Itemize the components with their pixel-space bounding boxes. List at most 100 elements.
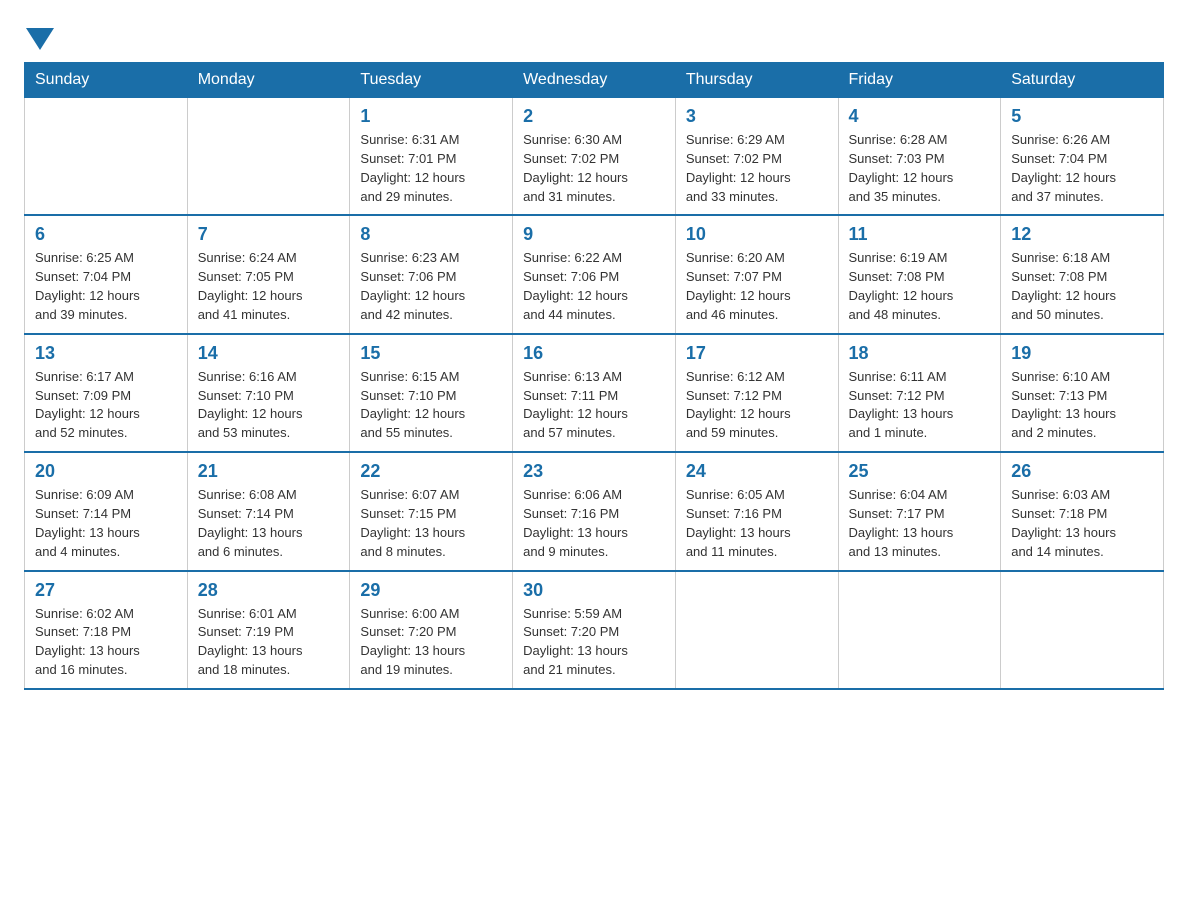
day-cell: 22 Sunrise: 6:07 AMSunset: 7:15 PMDayligh… [350, 452, 513, 570]
day-info: Sunrise: 6:13 AMSunset: 7:11 PMDaylight:… [523, 368, 665, 443]
day-number: 14 [198, 343, 340, 364]
day-info: Sunrise: 6:16 AMSunset: 7:10 PMDaylight:… [198, 368, 340, 443]
day-info: Sunrise: 6:06 AMSunset: 7:16 PMDaylight:… [523, 486, 665, 561]
day-info: Sunrise: 6:31 AMSunset: 7:01 PMDaylight:… [360, 131, 502, 206]
day-cell: 27 Sunrise: 6:02 AMSunset: 7:18 PMDayligh… [25, 571, 188, 689]
day-cell: 3Sunrise: 6:29 AMSunset: 7:02 PMDaylight… [675, 98, 838, 216]
weekday-header-tuesday: Tuesday [350, 63, 513, 98]
day-info: Sunrise: 6:11 AMSunset: 7:12 PMDaylight:… [849, 368, 991, 443]
week-row-2: 6 Sunrise: 6:25 AMSunset: 7:04 PMDaylight… [25, 215, 1164, 333]
day-cell: 16 Sunrise: 6:13 AMSunset: 7:11 PMDayligh… [513, 334, 676, 452]
day-number: 7 [198, 224, 340, 245]
day-number: 18 [849, 343, 991, 364]
day-info: Sunrise: 6:25 AMSunset: 7:04 PMDaylight:… [35, 249, 177, 324]
day-cell: 7 Sunrise: 6:24 AMSunset: 7:05 PMDaylight… [187, 215, 350, 333]
week-row-3: 13Sunrise: 6:17 AMSunset: 7:09 PMDayligh… [25, 334, 1164, 452]
day-number: 2 [523, 106, 665, 127]
weekday-header-friday: Friday [838, 63, 1001, 98]
logo-triangle-icon [26, 28, 54, 50]
day-info: Sunrise: 6:23 AMSunset: 7:06 PMDaylight:… [360, 249, 502, 324]
day-cell: 2 Sunrise: 6:30 AMSunset: 7:02 PMDaylight… [513, 98, 676, 216]
day-number: 12 [1011, 224, 1153, 245]
day-info: Sunrise: 6:04 AMSunset: 7:17 PMDaylight:… [849, 486, 991, 561]
day-info: Sunrise: 6:08 AMSunset: 7:14 PMDaylight:… [198, 486, 340, 561]
day-cell [25, 98, 188, 216]
day-cell: 17Sunrise: 6:12 AMSunset: 7:12 PMDayligh… [675, 334, 838, 452]
day-cell: 9Sunrise: 6:22 AMSunset: 7:06 PMDaylight… [513, 215, 676, 333]
day-cell: 1 Sunrise: 6:31 AMSunset: 7:01 PMDaylight… [350, 98, 513, 216]
day-info: Sunrise: 6:01 AMSunset: 7:19 PMDaylight:… [198, 605, 340, 680]
day-number: 17 [686, 343, 828, 364]
calendar-table: SundayMondayTuesdayWednesdayThursdayFrid… [24, 62, 1164, 690]
day-info: Sunrise: 6:24 AMSunset: 7:05 PMDaylight:… [198, 249, 340, 324]
day-info: Sunrise: 6:10 AMSunset: 7:13 PMDaylight:… [1011, 368, 1153, 443]
day-cell [1001, 571, 1164, 689]
day-number: 6 [35, 224, 177, 245]
day-cell: 20 Sunrise: 6:09 AMSunset: 7:14 PMDayligh… [25, 452, 188, 570]
day-info: Sunrise: 6:18 AMSunset: 7:08 PMDaylight:… [1011, 249, 1153, 324]
day-cell: 10 Sunrise: 6:20 AMSunset: 7:07 PMDayligh… [675, 215, 838, 333]
day-info: Sunrise: 6:03 AMSunset: 7:18 PMDaylight:… [1011, 486, 1153, 561]
day-cell [187, 98, 350, 216]
weekday-header-monday: Monday [187, 63, 350, 98]
day-cell: 30Sunrise: 5:59 AMSunset: 7:20 PMDayligh… [513, 571, 676, 689]
page-header [24, 24, 1164, 46]
day-number: 28 [198, 580, 340, 601]
day-cell: 18 Sunrise: 6:11 AMSunset: 7:12 PMDayligh… [838, 334, 1001, 452]
day-number: 24 [686, 461, 828, 482]
day-cell: 4Sunrise: 6:28 AMSunset: 7:03 PMDaylight… [838, 98, 1001, 216]
day-number: 29 [360, 580, 502, 601]
day-cell: 28 Sunrise: 6:01 AMSunset: 7:19 PMDayligh… [187, 571, 350, 689]
day-info: Sunrise: 5:59 AMSunset: 7:20 PMDaylight:… [523, 605, 665, 680]
day-number: 27 [35, 580, 177, 601]
day-cell: 25 Sunrise: 6:04 AMSunset: 7:17 PMDayligh… [838, 452, 1001, 570]
day-cell: 19 Sunrise: 6:10 AMSunset: 7:13 PMDayligh… [1001, 334, 1164, 452]
day-info: Sunrise: 6:05 AMSunset: 7:16 PMDaylight:… [686, 486, 828, 561]
day-info: Sunrise: 6:07 AMSunset: 7:15 PMDaylight:… [360, 486, 502, 561]
day-number: 19 [1011, 343, 1153, 364]
day-info: Sunrise: 6:15 AMSunset: 7:10 PMDaylight:… [360, 368, 502, 443]
day-cell: 15 Sunrise: 6:15 AMSunset: 7:10 PMDayligh… [350, 334, 513, 452]
day-cell: 14 Sunrise: 6:16 AMSunset: 7:10 PMDayligh… [187, 334, 350, 452]
day-cell: 13Sunrise: 6:17 AMSunset: 7:09 PMDayligh… [25, 334, 188, 452]
day-cell: 6 Sunrise: 6:25 AMSunset: 7:04 PMDaylight… [25, 215, 188, 333]
day-cell: 8 Sunrise: 6:23 AMSunset: 7:06 PMDaylight… [350, 215, 513, 333]
day-info: Sunrise: 6:22 AMSunset: 7:06 PMDaylight:… [523, 249, 665, 324]
day-number: 11 [849, 224, 991, 245]
logo [24, 24, 54, 46]
day-cell [675, 571, 838, 689]
day-info: Sunrise: 6:00 AMSunset: 7:20 PMDaylight:… [360, 605, 502, 680]
day-number: 1 [360, 106, 502, 127]
day-cell: 5 Sunrise: 6:26 AMSunset: 7:04 PMDaylight… [1001, 98, 1164, 216]
day-number: 4 [849, 106, 991, 127]
day-info: Sunrise: 6:30 AMSunset: 7:02 PMDaylight:… [523, 131, 665, 206]
weekday-header-row: SundayMondayTuesdayWednesdayThursdayFrid… [25, 63, 1164, 98]
day-number: 23 [523, 461, 665, 482]
day-number: 15 [360, 343, 502, 364]
weekday-header-sunday: Sunday [25, 63, 188, 98]
day-cell: 29 Sunrise: 6:00 AMSunset: 7:20 PMDayligh… [350, 571, 513, 689]
day-number: 5 [1011, 106, 1153, 127]
day-number: 21 [198, 461, 340, 482]
day-info: Sunrise: 6:20 AMSunset: 7:07 PMDaylight:… [686, 249, 828, 324]
day-cell [838, 571, 1001, 689]
day-number: 10 [686, 224, 828, 245]
day-cell: 23 Sunrise: 6:06 AMSunset: 7:16 PMDayligh… [513, 452, 676, 570]
day-cell: 11 Sunrise: 6:19 AMSunset: 7:08 PMDayligh… [838, 215, 1001, 333]
week-row-5: 27 Sunrise: 6:02 AMSunset: 7:18 PMDayligh… [25, 571, 1164, 689]
day-info: Sunrise: 6:26 AMSunset: 7:04 PMDaylight:… [1011, 131, 1153, 206]
day-number: 20 [35, 461, 177, 482]
day-number: 8 [360, 224, 502, 245]
day-number: 25 [849, 461, 991, 482]
weekday-header-wednesday: Wednesday [513, 63, 676, 98]
day-number: 22 [360, 461, 502, 482]
day-number: 13 [35, 343, 177, 364]
day-number: 16 [523, 343, 665, 364]
day-info: Sunrise: 6:02 AMSunset: 7:18 PMDaylight:… [35, 605, 177, 680]
weekday-header-saturday: Saturday [1001, 63, 1164, 98]
day-cell: 26Sunrise: 6:03 AMSunset: 7:18 PMDayligh… [1001, 452, 1164, 570]
day-cell: 12 Sunrise: 6:18 AMSunset: 7:08 PMDayligh… [1001, 215, 1164, 333]
day-cell: 24 Sunrise: 6:05 AMSunset: 7:16 PMDayligh… [675, 452, 838, 570]
day-info: Sunrise: 6:19 AMSunset: 7:08 PMDaylight:… [849, 249, 991, 324]
day-info: Sunrise: 6:09 AMSunset: 7:14 PMDaylight:… [35, 486, 177, 561]
